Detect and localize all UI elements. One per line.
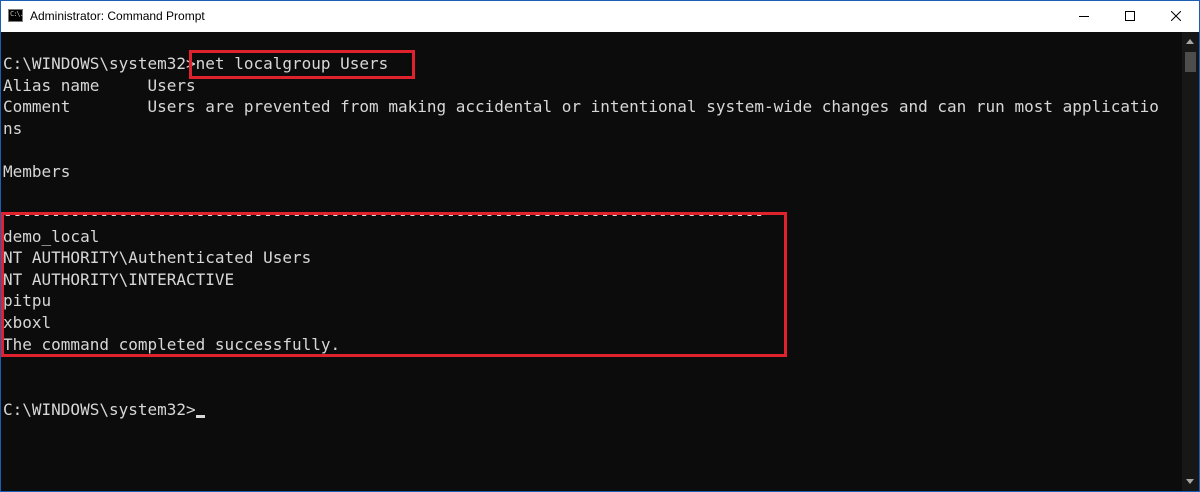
cmd-icon[interactable]: C:\. (8, 9, 24, 22)
title-bar[interactable]: C:\. Administrator: Command Prompt (1, 1, 1199, 32)
console-line: Comment Users are prevented from making … (3, 97, 1159, 116)
close-icon (1171, 11, 1181, 21)
console-output[interactable]: C:\WINDOWS\system32>net localgroup Users… (1, 32, 1182, 491)
console-line: Members (3, 162, 71, 181)
text-cursor (195, 415, 205, 418)
scroll-up-icon[interactable] (1186, 39, 1194, 44)
console-line: Alias name Users (3, 76, 196, 95)
command-prompt-window: C:\. Administrator: Command Prompt C:\WI… (0, 0, 1200, 492)
maximize-icon (1125, 11, 1135, 21)
cmd-icon-glyph: C:\. (10, 10, 24, 18)
scroll-thumb[interactable] (1185, 52, 1196, 72)
scroll-down-icon[interactable] (1186, 479, 1194, 484)
prompt-line: C:\WINDOWS\system32> (3, 399, 205, 421)
close-button[interactable] (1153, 1, 1199, 32)
members-highlight-box (1, 212, 787, 357)
prompt-text: C:\WINDOWS\system32> (3, 400, 196, 419)
console-line: ns (3, 119, 23, 138)
minimize-icon (1079, 16, 1089, 17)
minimize-button[interactable] (1061, 1, 1107, 32)
window-title: Administrator: Command Prompt (30, 9, 205, 23)
vertical-scrollbar[interactable] (1182, 32, 1199, 491)
command-highlight-box (189, 50, 415, 79)
maximize-button[interactable] (1107, 1, 1153, 32)
